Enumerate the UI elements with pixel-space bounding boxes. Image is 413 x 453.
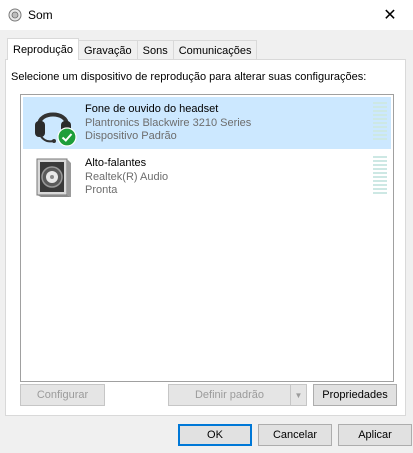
device-item-headset[interactable]: Fone de ouvido do headset Plantronics Bl…	[23, 97, 391, 149]
speaker-app-icon	[8, 8, 22, 22]
tab-reproducao[interactable]: Reprodução	[7, 38, 79, 60]
device-driver: Realtek(R) Audio	[85, 171, 169, 183]
configure-button[interactable]: Configurar	[20, 384, 105, 406]
close-button[interactable]: ✕	[367, 0, 413, 30]
apply-button[interactable]: Aplicar	[338, 424, 412, 446]
cancel-button[interactable]: Cancelar	[258, 424, 332, 446]
properties-button[interactable]: Propriedades	[313, 384, 397, 406]
dropdown-arrow-icon[interactable]: ▼	[290, 385, 306, 405]
default-check-icon	[57, 127, 77, 150]
device-status: Dispositivo Padrão	[85, 130, 177, 142]
tab-comunicacoes[interactable]: Comunicações	[172, 40, 258, 60]
device-name: Fone de ouvido do headset	[85, 103, 219, 115]
level-meter	[373, 156, 387, 196]
device-list[interactable]: Fone de ouvido do headset Plantronics Bl…	[20, 94, 394, 382]
level-meter	[373, 102, 387, 142]
device-driver: Plantronics Blackwire 3210 Series	[85, 117, 252, 129]
set-default-label: Definir padrão	[194, 389, 265, 401]
tab-strip: Reprodução Gravação Sons Comunicações	[7, 38, 258, 60]
set-default-button[interactable]: Definir padrão ▼	[168, 384, 307, 406]
device-status: Pronta	[85, 184, 118, 196]
instruction-text: Selecione um dispositivo de reprodução p…	[11, 71, 367, 83]
tab-gravacao[interactable]: Gravação	[77, 40, 138, 60]
playback-panel: Selecione um dispositivo de reprodução p…	[5, 59, 406, 416]
title-bar: Som ✕	[0, 0, 413, 30]
speaker-icon	[31, 155, 75, 199]
device-item-speakers[interactable]: Alto-falantes Realtek(R) Audio Pronta	[23, 151, 391, 203]
ok-button[interactable]: OK	[178, 424, 252, 446]
device-name: Alto-falantes	[85, 157, 147, 169]
window-title: Som	[28, 8, 53, 22]
tab-sons[interactable]: Sons	[136, 40, 174, 60]
